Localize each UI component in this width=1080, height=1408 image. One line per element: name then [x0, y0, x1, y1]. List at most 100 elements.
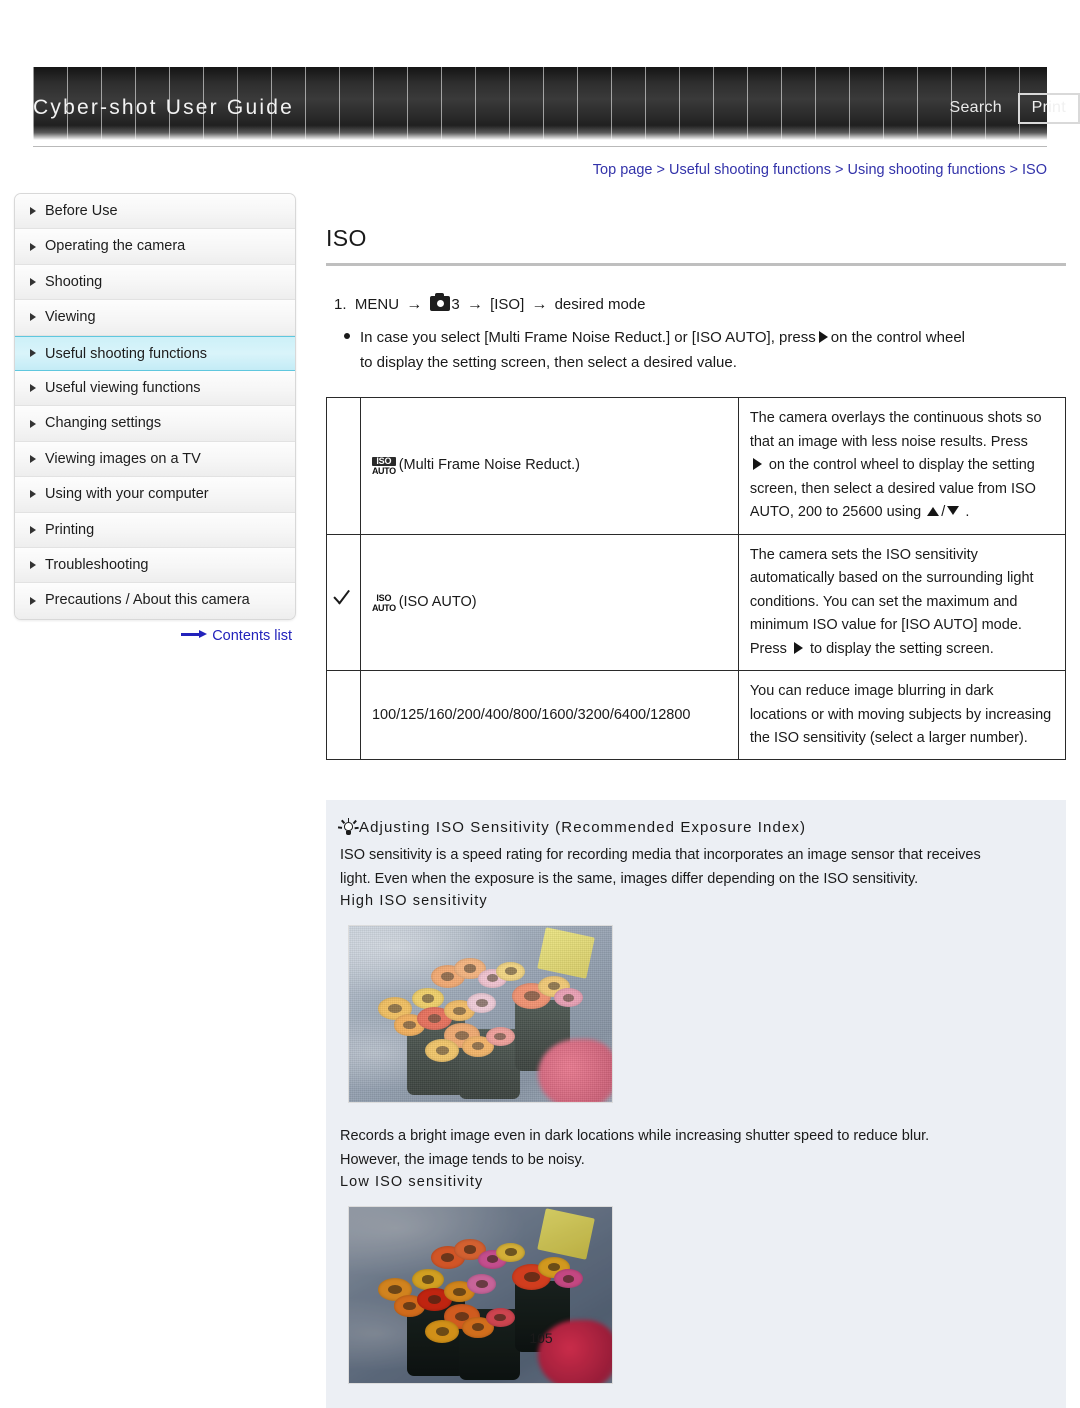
step-1: 1. MENU → 3 → [ISO] → desired mode: [326, 293, 1066, 318]
breadcrumb[interactable]: Top page > Useful shooting functions > U…: [0, 162, 1047, 178]
note-text-part1: In case you select [Multi Frame Noise Re…: [360, 328, 816, 346]
iso-icon-bottom-label: AUTO: [371, 602, 396, 613]
sidebar-item-before-use[interactable]: Before Use: [15, 194, 295, 230]
sidebar-item-label: Changing settings: [45, 415, 162, 432]
sidebar-item-label: Using with your computer: [45, 486, 209, 503]
sidebar-item-printing[interactable]: Printing: [15, 512, 295, 548]
tip-paragraph-line-1: ISO sensitivity is a speed rating for re…: [340, 847, 981, 864]
sidebar-item-useful-viewing-functions[interactable]: Useful viewing functions: [15, 370, 295, 407]
desc-line-2: that an image with less noise results. P…: [749, 433, 1028, 450]
desc-line-2: locations or with moving subjects by inc…: [749, 706, 1052, 723]
row-mode-cell: ISO AUTO (ISO AUTO): [359, 533, 739, 672]
step-menu-number: 3: [451, 296, 460, 313]
search-button[interactable]: Search: [950, 99, 1003, 117]
desc-line-5-pre: Press: [749, 640, 787, 657]
high-iso-heading: High ISO sensitivity: [340, 893, 488, 910]
sidebar-item-useful-shooting-functions[interactable]: Useful shooting functions: [15, 335, 295, 371]
step-number: 1.: [334, 296, 347, 313]
checkmark-icon: [332, 587, 354, 609]
sidebar-item-troubleshooting[interactable]: Troubleshooting: [15, 547, 295, 584]
desc-line-1: The camera sets the ISO sensitivity: [749, 546, 978, 563]
row-desc-cell: You can reduce image blurring in dark lo…: [737, 670, 1067, 761]
high-iso-caption-line-2: However, the image tends to be noisy.: [340, 1151, 585, 1168]
sidebar-item-viewing-images-on-a-tv[interactable]: Viewing images on a TV: [15, 441, 295, 478]
chevron-right-icon: [30, 419, 36, 428]
row-mode-label: (Multi Frame Noise Reduct.): [398, 457, 580, 474]
arrow-right-icon: →: [406, 296, 423, 313]
tip-heading-label: Adjusting ISO Sensitivity (Recommended E…: [359, 819, 807, 837]
sidebar-item-label: Viewing images on a TV: [45, 450, 201, 467]
bullet-dot-icon: [344, 332, 350, 339]
chevron-right-icon: [30, 561, 36, 570]
sidebar-item-label: Before Use: [45, 203, 118, 219]
row-desc-cell: The camera sets the ISO sensitivity auto…: [737, 533, 1067, 672]
iso-modes-table: ISO AUTO (Multi Frame Noise Reduct.) The…: [326, 397, 1067, 761]
chevron-right-icon: [30, 242, 36, 251]
page-title: ISO: [326, 225, 367, 251]
sidebar-item-shooting[interactable]: Shooting: [15, 264, 295, 301]
tip-heading: Adjusting ISO Sensitivity (Recommended E…: [338, 817, 1052, 837]
lightbulb-icon: [338, 817, 359, 836]
iso-auto-icon: ISO AUTO: [371, 592, 396, 613]
sidebar-item-label: Precautions / About this camera: [45, 592, 250, 609]
desc-line-4: screen, then select a desired value from…: [749, 480, 1036, 497]
sidebar-item-using-with-your-computer[interactable]: Using with your computer: [15, 477, 295, 513]
row-check-cell: [326, 533, 361, 672]
steps-section: 1. MENU → 3 → [ISO] → desired mode In ca…: [326, 293, 1066, 375]
iso-icon-bottom-label: AUTO: [371, 466, 396, 477]
sidebar-item-precautions-about-this-camera[interactable]: Precautions / About this camera: [15, 583, 295, 619]
row-mode-label: (ISO AUTO): [398, 593, 477, 610]
step-menu-label: MENU: [354, 296, 400, 313]
camera-icon: [430, 293, 451, 311]
arrow-right-icon: →: [531, 296, 548, 313]
table-row: ISO AUTO (ISO AUTO) The camera sets the …: [326, 533, 1067, 672]
print-button[interactable]: Print: [1017, 93, 1080, 124]
low-iso-flower-photo: [348, 1206, 613, 1385]
desc-line-4: minimum ISO value for [ISO AUTO] mode.: [749, 617, 1022, 634]
page-number: 105: [529, 1330, 553, 1346]
triangle-right-icon: [793, 641, 803, 654]
step-1-note: In case you select [Multi Frame Noise Re…: [326, 325, 1066, 375]
sidebar-item-changing-settings[interactable]: Changing settings: [15, 406, 295, 442]
triangle-right-icon: [752, 458, 762, 471]
sidebar-item-label: Troubleshooting: [45, 556, 149, 573]
desc-line-3: on the control wheel to display the sett…: [768, 457, 1035, 474]
title-divider: [326, 263, 1066, 266]
sidebar-item-viewing[interactable]: Viewing: [15, 300, 295, 336]
sidebar-item-label: Useful viewing functions: [45, 379, 201, 396]
desc-line-3: conditions. You can set the maximum and: [749, 593, 1018, 610]
chevron-right-icon: [30, 490, 36, 499]
chevron-right-icon: [30, 384, 36, 393]
sidebar-item-label: Useful shooting functions: [45, 345, 208, 362]
main-content: ISO 1. MENU → 3 → [ISO] → desired mode I…: [326, 193, 1067, 1408]
chevron-right-icon: [30, 313, 36, 322]
desc-line-5-post: .: [965, 504, 970, 521]
chevron-right-icon: [30, 525, 36, 534]
desc-line-1: You can reduce image blurring in dark: [749, 683, 994, 700]
arrow-right-icon: →: [466, 296, 483, 313]
desc-line-3: the ISO sensitivity (select a larger num…: [749, 729, 1028, 746]
table-row: 100/125/160/200/400/800/1600/3200/6400/1…: [326, 670, 1067, 761]
contents-list-link[interactable]: Contents list: [14, 628, 296, 644]
chevron-right-icon: [30, 349, 36, 358]
row-desc-cell: The camera overlays the continuous shots…: [737, 397, 1067, 535]
step-desired-label: desired mode: [554, 296, 646, 313]
row-check-cell: [326, 670, 361, 761]
chevron-right-icon: [30, 454, 36, 463]
iso-icon-top-label: ISO: [371, 457, 396, 467]
row-check-cell: [326, 397, 361, 535]
high-iso-caption-line-1: Records a bright image even in dark loca…: [340, 1128, 930, 1145]
desc-line-1: The camera overlays the continuous shots…: [749, 410, 1042, 427]
sidebar-item-label: Shooting: [45, 273, 103, 290]
high-iso-flower-photo: [348, 925, 613, 1104]
sidebar-item-label: Printing: [45, 521, 95, 538]
chevron-right-icon: [30, 207, 36, 216]
contents-list-label: Contents list: [212, 628, 292, 644]
sidebar-item-operating-the-camera[interactable]: Operating the camera: [15, 229, 295, 265]
iso-icon-top-label: ISO: [376, 592, 392, 603]
sidebar-item-label: Viewing: [45, 309, 96, 326]
sidebar-item-label: Operating the camera: [45, 238, 186, 255]
note-text-line2: to display the setting screen, then sele…: [360, 353, 737, 371]
high-iso-caption: Records a bright image even in dark loca…: [340, 1125, 1052, 1172]
app-title: Cyber-shot User Guide: [33, 96, 294, 119]
